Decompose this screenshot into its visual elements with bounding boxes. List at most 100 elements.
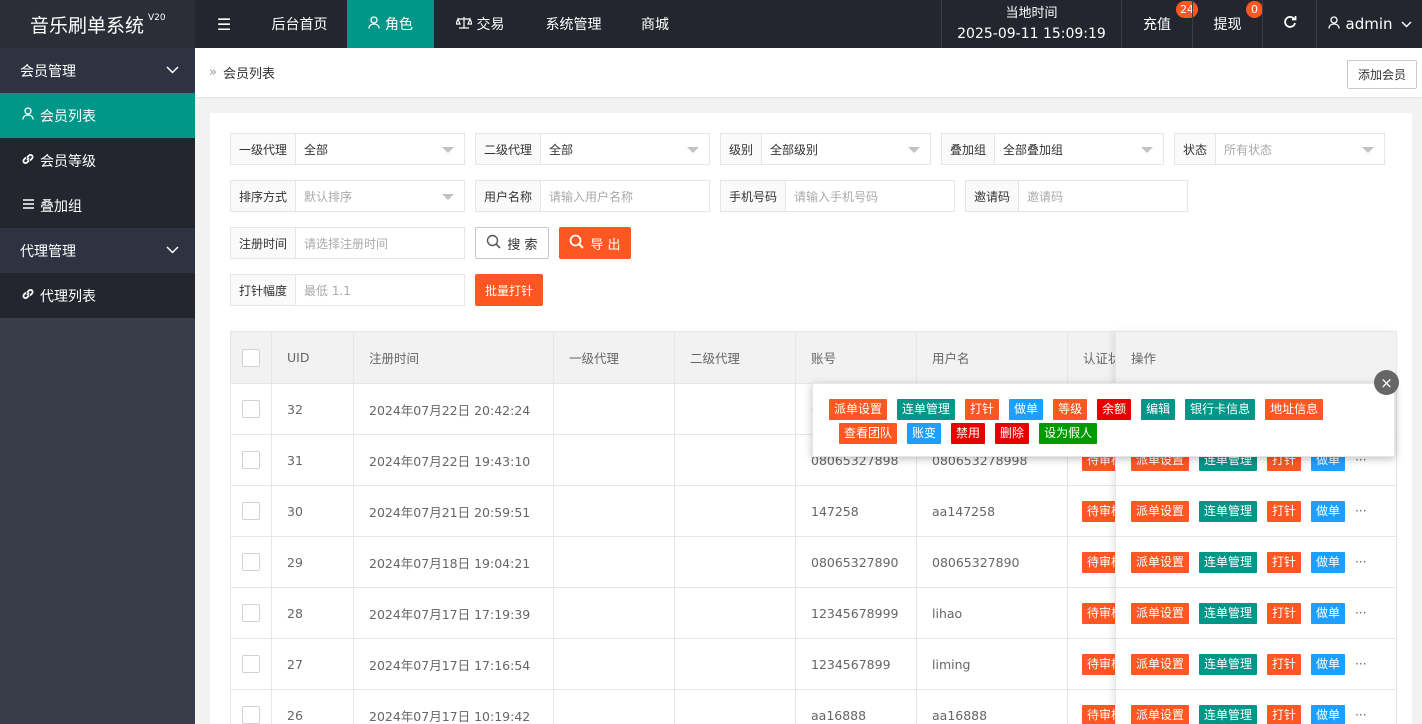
nav-trade[interactable]: 交易 — [434, 0, 526, 48]
popup-action-button[interactable]: 做单 — [1009, 399, 1044, 420]
row-checkbox[interactable] — [242, 400, 260, 418]
popup-action-button[interactable]: 禁用 — [951, 423, 986, 444]
make-order-button[interactable]: 做单 — [1311, 653, 1346, 675]
make-order-button[interactable]: 做单 — [1311, 602, 1346, 624]
amplitude-field[interactable]: 打针幅度 最低 1.1 — [230, 274, 465, 306]
dispatch-settings-button[interactable]: 派单设置 — [1131, 602, 1190, 624]
menu-toggle-button[interactable]: ☰ — [196, 0, 252, 48]
invite-code-field[interactable]: 邀请码 邀请码 — [965, 180, 1188, 212]
add-member-button[interactable]: 添加会员 — [1347, 60, 1417, 89]
popup-action-button[interactable]: 查看团队 — [839, 423, 898, 444]
popup-action-button[interactable]: 账变 — [907, 423, 942, 444]
col-uid[interactable]: UID — [272, 332, 354, 383]
sidebar-group-agents[interactable]: 代理管理 — [0, 228, 195, 273]
popup-action-button[interactable]: 等级 — [1053, 399, 1088, 420]
popup-action-button[interactable]: 余额 — [1097, 399, 1132, 420]
make-order-button[interactable]: 做单 — [1311, 704, 1346, 724]
search-button[interactable]: 搜 索 — [475, 227, 549, 259]
recharge-button[interactable]: 充值 24 — [1121, 0, 1198, 48]
username-field[interactable]: 用户名称 请输入用户名称 — [475, 180, 710, 212]
cell-account: 147258 — [796, 486, 917, 536]
user-menu[interactable]: admin — [1316, 0, 1422, 48]
close-popup-button[interactable]: × — [1374, 370, 1399, 395]
inject-button[interactable]: 打针 — [1267, 500, 1302, 522]
sidebar-item-agent-list[interactable]: 代理列表 — [0, 273, 195, 318]
status-select[interactable]: 状态 所有状态 — [1174, 133, 1385, 165]
col-level2-agent[interactable]: 二级代理 — [675, 332, 796, 383]
row-checkbox[interactable] — [242, 655, 260, 673]
row-checkbox[interactable] — [242, 502, 260, 520]
col-username[interactable]: 用户名 — [917, 332, 1068, 383]
breadcrumb: » 会员列表 添加会员 — [195, 48, 1422, 98]
make-order-button[interactable]: 做单 — [1311, 551, 1346, 573]
cell-register-time: 2024年07月17日 17:16:54 — [354, 639, 554, 689]
cell-uid: 29 — [272, 537, 354, 587]
combo-manage-button[interactable]: 连单管理 — [1199, 653, 1258, 675]
col-level1-agent[interactable]: 一级代理 — [554, 332, 675, 383]
app-logo: 音乐刷单系统 V20 — [0, 0, 195, 48]
cell-register-time: 2024年07月22日 20:42:24 — [354, 384, 554, 434]
row-checkbox[interactable] — [242, 553, 260, 571]
col-auth-status[interactable]: 认证状 — [1068, 332, 1116, 383]
popup-action-button[interactable]: 删除 — [995, 423, 1030, 444]
sidebar-item-member-level[interactable]: 会员等级 — [0, 138, 195, 183]
user-icon — [368, 15, 380, 33]
phone-field[interactable]: 手机号码 请输入手机号码 — [720, 180, 955, 212]
more-actions-button[interactable]: ··· — [1355, 555, 1366, 569]
combo-manage-button[interactable]: 连单管理 — [1199, 602, 1258, 624]
more-actions-button[interactable]: ··· — [1355, 657, 1366, 671]
table-row: 27 2024年07月17日 17:16:54 1234567899 liming 待审… — [231, 639, 1396, 690]
cell-level2-agent — [675, 384, 796, 434]
time-label: 当地时间 — [1005, 6, 1058, 21]
sidebar-item-member-list[interactable]: 会员列表 — [0, 93, 195, 138]
sort-select[interactable]: 排序方式 默认排序 — [230, 180, 465, 212]
grade-select[interactable]: 级别 全部级别 — [720, 133, 931, 165]
stack-group-select[interactable]: 叠加组 全部叠加组 — [941, 133, 1164, 165]
popup-action-button[interactable]: 连单管理 — [897, 399, 956, 420]
combo-manage-button[interactable]: 连单管理 — [1199, 704, 1258, 724]
close-icon: × — [1380, 373, 1393, 392]
inject-button[interactable]: 打针 — [1267, 551, 1302, 573]
dispatch-settings-button[interactable]: 派单设置 — [1131, 551, 1190, 573]
popup-action-button[interactable]: 设为假人 — [1039, 423, 1098, 444]
register-time-field[interactable]: 注册时间 请选择注册时间 — [230, 227, 465, 259]
refresh-button[interactable] — [1262, 0, 1316, 48]
nav-system[interactable]: 系统管理 — [526, 0, 621, 48]
dispatch-settings-button[interactable]: 派单设置 — [1131, 500, 1190, 522]
dispatch-settings-button[interactable]: 派单设置 — [1131, 653, 1190, 675]
batch-inject-button[interactable]: 批量打针 — [475, 274, 543, 306]
dispatch-settings-button[interactable]: 派单设置 — [1131, 704, 1190, 724]
popup-action-button[interactable]: 编辑 — [1141, 399, 1176, 420]
row-checkbox[interactable] — [242, 706, 260, 724]
make-order-button[interactable]: 做单 — [1311, 500, 1346, 522]
popup-action-button[interactable]: 银行卡信息 — [1185, 399, 1256, 420]
nav-role[interactable]: 角色 — [347, 0, 434, 48]
popup-action-button[interactable]: 地址信息 — [1265, 399, 1324, 420]
inject-button[interactable]: 打针 — [1267, 704, 1302, 724]
inject-button[interactable]: 打针 — [1267, 602, 1302, 624]
select-all-checkbox[interactable] — [242, 348, 260, 367]
more-actions-button[interactable]: ··· — [1355, 504, 1366, 518]
level2-agent-select[interactable]: 二级代理 全部 — [475, 133, 710, 165]
nav-mall[interactable]: 商城 — [621, 0, 689, 48]
withdraw-button[interactable]: 提现 0 — [1192, 0, 1263, 48]
row-checkbox[interactable] — [242, 604, 260, 622]
dropdown-arrow-icon — [442, 147, 454, 153]
more-actions-button[interactable]: ··· — [1355, 708, 1366, 722]
col-register-time[interactable]: 注册时间 — [354, 332, 554, 383]
popup-action-button[interactable]: 打针 — [965, 399, 1000, 420]
export-button[interactable]: 导 出 — [559, 227, 631, 259]
inject-button[interactable]: 打针 — [1267, 653, 1302, 675]
more-actions-button[interactable]: ··· — [1355, 606, 1366, 620]
sidebar-group-members[interactable]: 会员管理 — [0, 48, 195, 93]
col-account[interactable]: 账号 — [796, 332, 917, 383]
time-value: 2025-09-11 15:09:19 — [957, 26, 1106, 42]
combo-manage-button[interactable]: 连单管理 — [1199, 551, 1258, 573]
cell-account: aa16888 — [796, 690, 917, 724]
sidebar-item-stack-group[interactable]: 叠加组 — [0, 183, 195, 228]
level1-agent-select[interactable]: 一级代理 全部 — [230, 133, 465, 165]
popup-action-button[interactable]: 派单设置 — [829, 399, 888, 420]
combo-manage-button[interactable]: 连单管理 — [1199, 500, 1258, 522]
row-checkbox[interactable] — [242, 451, 260, 469]
nav-home[interactable]: 后台首页 — [252, 0, 347, 48]
